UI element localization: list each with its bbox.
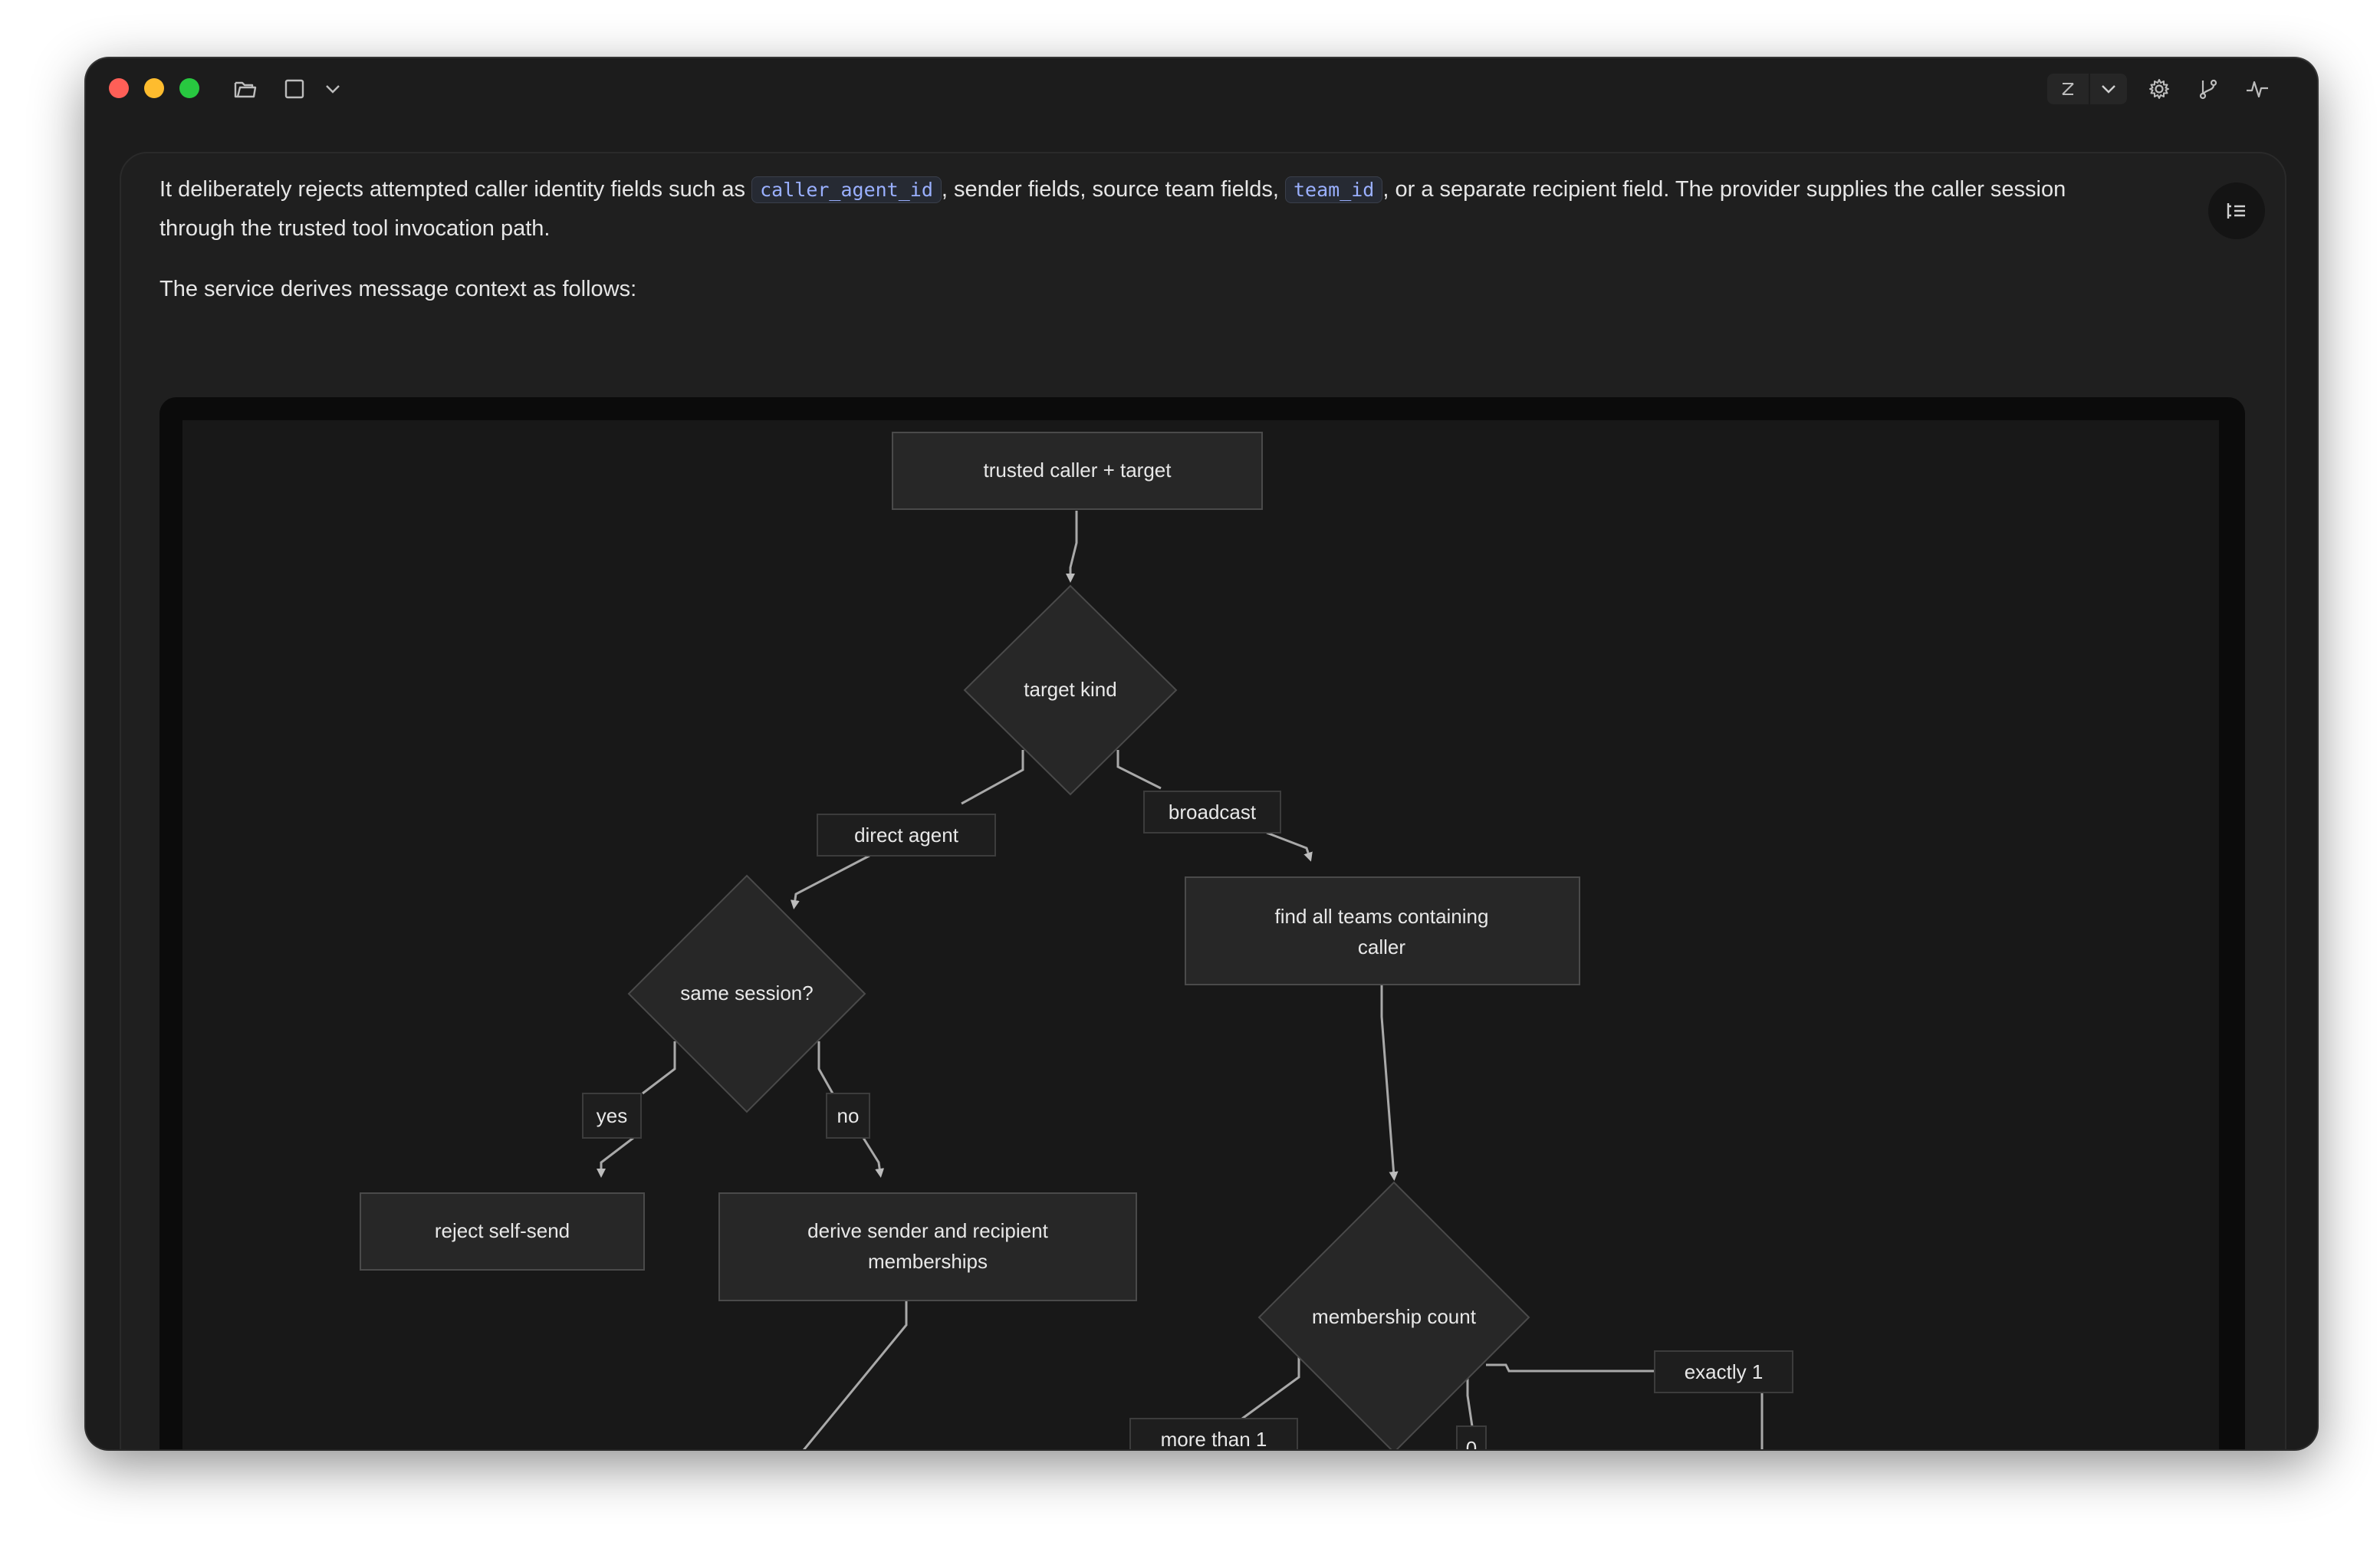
edge-label-yes-text: yes (597, 1104, 627, 1127)
edge-membership-count-to-exactly-1 (1486, 1363, 1655, 1373)
edge-label-more-than-1: more than 1 (1129, 1418, 1298, 1449)
flowchart-diagram: trusted caller + target target kind same… (182, 420, 2219, 1449)
node-find-teams: find all teams containing caller (1185, 876, 1580, 985)
node-reject: reject self-send (360, 1192, 645, 1271)
outline-list-icon[interactable] (2208, 182, 2265, 239)
edge-direct-agent-label-to-same-session (790, 854, 870, 909)
inline-code-team-id: team_id (1285, 176, 1383, 203)
git-branch-icon[interactable] (2191, 74, 2225, 104)
edge-broadcast-label-to-find-teams (1266, 831, 1313, 862)
edge-no-label-to-derive (862, 1137, 885, 1178)
message-content-card: It deliberately rejects attempted caller… (120, 152, 2286, 1449)
paragraph-text: through the trusted tool invocation path… (159, 216, 551, 241)
edge-label-broadcast: broadcast (1143, 791, 1281, 834)
edge-same-session-to-yes-label (642, 1041, 676, 1095)
edge-label-direct-agent-text: direct agent (854, 824, 959, 847)
node-start-label: trusted caller + target (984, 459, 1172, 482)
square-icon[interactable] (278, 74, 311, 104)
edge-target-kind-to-broadcast-label (1116, 750, 1162, 790)
edge-label-exactly-1-text: exactly 1 (1685, 1360, 1764, 1383)
edge-label-direct-agent: direct agent (817, 814, 996, 857)
node-derive-label-line1: derive sender and recipient (807, 1219, 1048, 1242)
paragraph-caller-identity: It deliberately rejects attempted caller… (159, 170, 2230, 248)
edge-label-broadcast-text: broadcast (1169, 801, 1257, 824)
edge-derive-continues (802, 1300, 908, 1449)
node-membership-count: membership count (1257, 1181, 1530, 1449)
folder-icon[interactable] (228, 74, 262, 104)
edge-find-teams-to-membership-count (1380, 985, 1399, 1181)
node-same-session-label: same session? (680, 982, 813, 1005)
node-derive-label-line2: memberships (868, 1250, 988, 1273)
edge-label-more-than-1-text: more than 1 (1161, 1428, 1267, 1449)
edge-label-zero-text: 0 (1466, 1437, 1477, 1449)
edge-label-yes: yes (582, 1093, 642, 1139)
activity-icon[interactable] (2240, 74, 2274, 104)
node-find-teams-box (1185, 876, 1580, 985)
edge-label-no: no (826, 1093, 870, 1139)
edge-label-zero: 0 (1456, 1425, 1487, 1449)
edge-same-session-to-no-label (817, 1041, 834, 1094)
close-window-button[interactable] (109, 78, 129, 98)
app-window: It deliberately rejects attempted caller… (86, 58, 2317, 1449)
edge-target-kind-to-direct-agent-label (961, 750, 1024, 805)
node-find-teams-label-line2: caller (1358, 935, 1405, 958)
title-bar (86, 58, 2317, 120)
inline-code-caller-agent-id: caller_agent_id (751, 176, 942, 203)
node-derive: derive sender and recipient memberships (718, 1192, 1137, 1301)
model-chevron-down-icon[interactable] (2090, 74, 2127, 104)
paragraph-service-derives: The service derives message context as f… (159, 277, 637, 301)
node-find-teams-label-line1: find all teams containing (1275, 905, 1489, 928)
paragraph-text: It deliberately rejects attempted caller… (159, 177, 752, 202)
node-reject-label: reject self-send (435, 1219, 570, 1242)
edge-yes-label-to-reject (597, 1136, 634, 1178)
node-target-kind-label: target kind (1024, 678, 1116, 701)
model-badge-icon[interactable] (2047, 74, 2089, 104)
paragraph-text: , sender fields, source team fields, (941, 177, 1285, 202)
node-derive-box (718, 1192, 1137, 1301)
edge-label-no-text: no (837, 1104, 860, 1127)
maximize-window-button[interactable] (179, 78, 199, 98)
layout-options-chevron-icon[interactable] (317, 74, 348, 104)
edge-membership-count-to-more-than-1 (1241, 1356, 1300, 1420)
node-target-kind: target kind (963, 584, 1178, 796)
edge-label-exactly-1: exactly 1 (1654, 1350, 1793, 1393)
node-membership-count-label: membership count (1312, 1305, 1477, 1328)
gear-icon[interactable] (2142, 74, 2176, 104)
diagram-frame: trusted caller + target target kind same… (159, 397, 2245, 1449)
edge-membership-count-to-zero (1466, 1377, 1474, 1427)
edge-start-to-target-kind (1066, 511, 1078, 583)
minimize-window-button[interactable] (144, 78, 164, 98)
paragraph-text: , or a separate recipient field. The pro… (1382, 177, 2066, 202)
node-start: trusted caller + target (892, 432, 1263, 510)
